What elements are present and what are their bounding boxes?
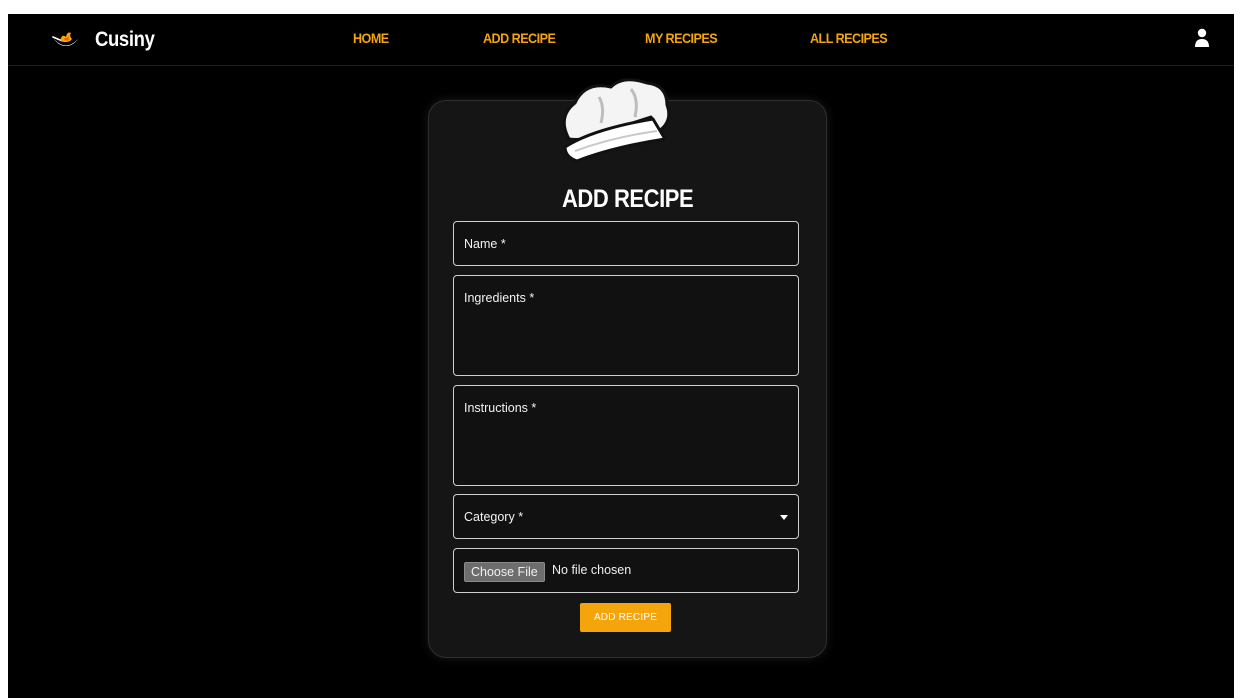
category-select-label: Category * <box>464 510 524 524</box>
top-navbar: Cusiny HOME ADD RECIPE MY RECIPES ALL RE… <box>8 14 1234 66</box>
image-file-input: Choose File No file chosen <box>453 548 799 593</box>
choose-file-button[interactable]: Choose File <box>464 562 545 582</box>
chef-hat-icon <box>562 78 671 163</box>
nav-my-recipes-link[interactable]: MY RECIPES <box>645 30 718 46</box>
add-recipe-submit-button[interactable]: ADD RECIPE <box>580 603 671 632</box>
ingredients-field[interactable]: Ingredients * <box>453 275 799 376</box>
nav-all-recipes-link[interactable]: ALL RECIPES <box>810 30 888 46</box>
instructions-field-label: Instructions * <box>464 401 537 415</box>
caret-down-icon <box>780 515 788 520</box>
user-icon[interactable] <box>1194 28 1210 48</box>
category-select[interactable]: Category * <box>453 494 799 539</box>
nav-add-recipe-link[interactable]: ADD RECIPE <box>483 30 556 46</box>
brand[interactable]: Cusiny <box>51 26 163 54</box>
name-field-label: Name * <box>464 237 506 251</box>
add-recipe-card: ADD RECIPE Name * Ingredients * Instruct… <box>428 78 827 658</box>
app-root: Cusiny HOME ADD RECIPE MY RECIPES ALL RE… <box>8 14 1234 698</box>
brand-name: Cusiny <box>95 28 155 51</box>
flame-bowl-icon <box>52 32 78 46</box>
form-title: ADD RECIPE <box>561 185 694 213</box>
ingredients-field-label: Ingredients * <box>464 291 535 305</box>
name-field[interactable]: Name * <box>453 221 799 266</box>
nav-home-link[interactable]: HOME <box>353 30 389 46</box>
instructions-field[interactable]: Instructions * <box>453 385 799 486</box>
file-status-text: No file chosen <box>552 563 632 577</box>
